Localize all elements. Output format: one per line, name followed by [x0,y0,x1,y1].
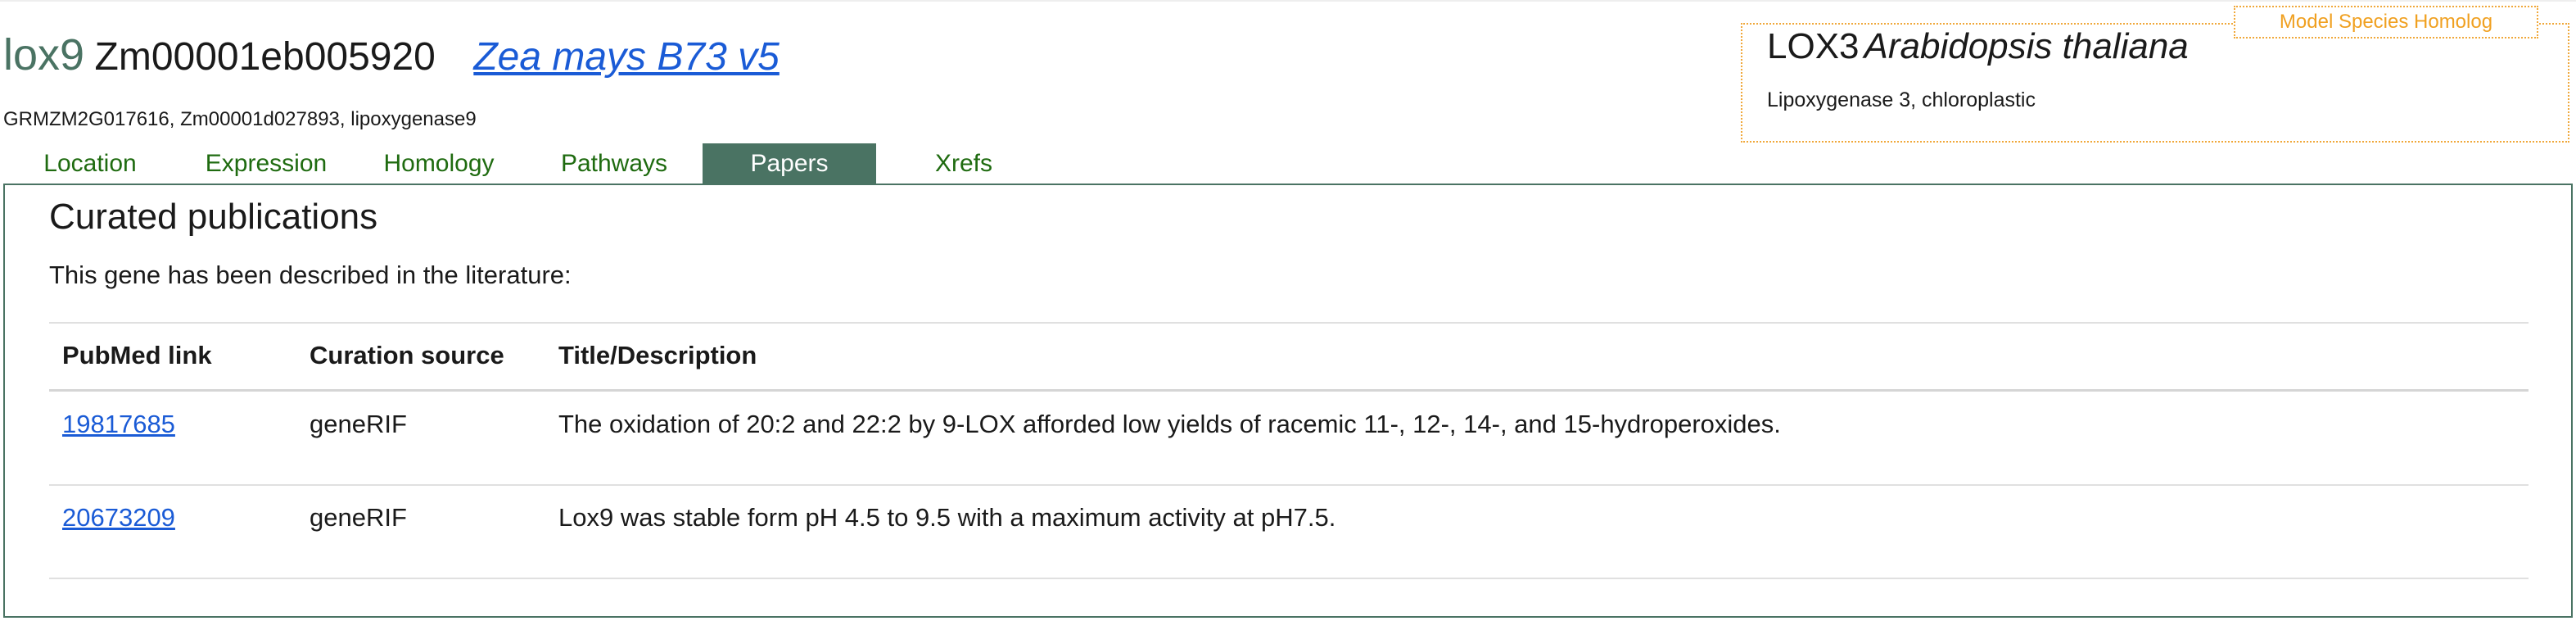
curation-source: geneRIF [310,503,407,532]
panel-intro: This gene has been described in the lite… [49,261,572,289]
column-header-description: Title/Description [558,341,757,369]
tab-xrefs[interactable]: Xrefs [901,143,1027,184]
tab-papers[interactable]: Papers [703,143,876,184]
homolog-description: Lipoxygenase 3, chloroplastic [1767,88,2036,111]
column-header-pubmed: PubMed link [62,341,212,369]
top-rule [0,0,2576,2]
gene-symbol: lox9 [3,30,85,79]
row-divider [49,484,2529,486]
papers-panel [3,184,2573,618]
tab-location[interactable]: Location [25,143,156,184]
paper-description: Lox9 was stable form pH 4.5 to 9.5 with … [558,503,1336,532]
tab-homology[interactable]: Homology [367,143,511,184]
table-header-border [49,389,2529,392]
curation-source: geneRIF [310,410,407,438]
table-top-border [49,322,2529,324]
homolog-symbol: LOX3 [1767,26,1860,66]
homolog-species: Arabidopsis thaliana [1864,26,2189,66]
tab-pathways[interactable]: Pathways [542,143,686,184]
genome-link[interactable]: Zea mays B73 v5 [473,35,780,79]
homolog-tag: Model Species Homolog [2234,6,2538,39]
pubmed-link[interactable]: 20673209 [62,503,175,533]
pubmed-link[interactable]: 19817685 [62,410,175,439]
column-header-source: Curation source [310,341,504,369]
gene-id: Zm00001eb005920 [94,35,436,79]
row-divider [49,578,2529,579]
homolog-title[interactable]: LOX3 Arabidopsis thaliana [1767,26,2189,67]
gene-synonyms: GRMZM2G017616, Zm00001d027893, lipoxygen… [3,108,477,130]
gene-header: lox9 Zm00001eb005920 Zea mays B73 v5 [3,29,780,80]
panel-title: Curated publications [49,197,378,237]
paper-description: The oxidation of 20:2 and 22:2 by 9-LOX … [558,410,1781,438]
tab-expression[interactable]: Expression [190,143,342,184]
